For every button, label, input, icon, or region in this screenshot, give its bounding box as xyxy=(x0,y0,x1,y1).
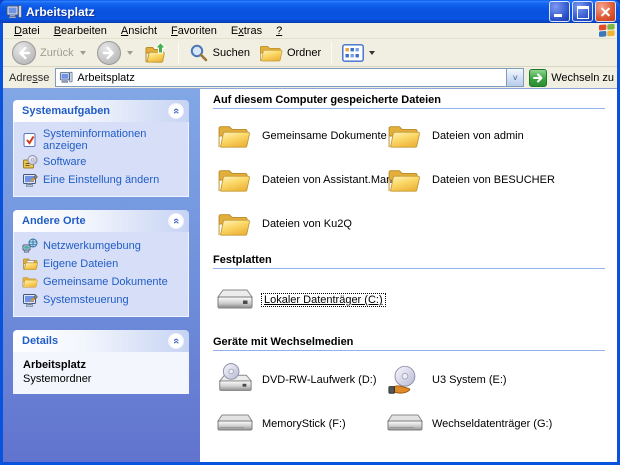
go-button[interactable] xyxy=(529,68,548,87)
sidebar-item-gemeinsame-dokumente[interactable]: Gemeinsame Dokumente xyxy=(22,274,184,290)
sidebar-item-einstellung-aendern[interactable]: Eine Einstellung ändern xyxy=(22,172,184,188)
file-list: Auf diesem Computer gespeicherte Dateien… xyxy=(200,89,617,462)
file-item-dateien-von-admin[interactable]: Dateien von admin xyxy=(383,117,609,155)
group-title-gespeicherte-dateien: Auf diesem Computer gespeicherte Dateien xyxy=(213,91,605,109)
control-panel-icon xyxy=(22,172,38,188)
my-computer-icon xyxy=(59,71,73,84)
views-icon xyxy=(342,44,364,62)
sidebar-item-netzwerkumgebung[interactable]: Netzwerkumgebung xyxy=(22,238,184,254)
removable-drive-icon xyxy=(214,412,254,436)
menu-extras[interactable]: Extras xyxy=(224,24,269,38)
views-button[interactable] xyxy=(339,42,380,64)
u3-cd-icon xyxy=(387,363,421,397)
panel-header-systemaufgaben[interactable]: Systemaufgaben « xyxy=(13,100,189,122)
panel-andere-orte: Andere Orte « Netzwerkumgebung Eigene Da… xyxy=(13,210,189,317)
menu-datei[interactable]: Datei xyxy=(7,24,47,38)
drive-item-e[interactable]: U3 System (E:) xyxy=(383,359,609,401)
close-button[interactable] xyxy=(595,1,616,22)
folders-button[interactable]: Ordner xyxy=(256,42,324,64)
collapse-chevron-icon[interactable]: « xyxy=(168,103,184,119)
menu-ansicht[interactable]: Ansicht xyxy=(114,24,164,38)
system-info-icon xyxy=(22,132,38,148)
panel-title: Systemaufgaben xyxy=(22,105,111,117)
collapse-chevron-icon[interactable]: « xyxy=(168,333,184,349)
windows-logo-icon xyxy=(598,23,616,38)
menubar: Datei Bearbeiten Ansicht Favoriten Extra… xyxy=(3,23,617,39)
search-button[interactable]: Suchen xyxy=(186,42,253,64)
my-documents-icon xyxy=(22,256,38,272)
panel-title: Andere Orte xyxy=(22,215,86,227)
toolbar-separator xyxy=(177,41,179,64)
back-icon xyxy=(12,40,36,65)
toolbar: Zurück Suchen Ordner xyxy=(3,39,617,67)
back-button[interactable]: Zurück xyxy=(9,40,91,66)
folders-label: Ordner xyxy=(286,46,322,59)
my-computer-icon xyxy=(6,4,22,20)
sidebar-item-software[interactable]: Software xyxy=(22,154,184,170)
chevron-down-icon: ˅ xyxy=(512,72,518,83)
details-type: Systemordner xyxy=(23,373,92,385)
back-label: Zurück xyxy=(40,46,74,59)
drive-item-f[interactable]: MemoryStick (F:) xyxy=(213,405,383,443)
minimize-button[interactable] xyxy=(549,1,570,22)
folder-icon xyxy=(387,166,421,194)
toolbar-separator xyxy=(331,41,333,64)
folder-icon xyxy=(217,122,251,150)
menu-bearbeiten[interactable]: Bearbeiten xyxy=(47,24,114,38)
window: Arbeitsplatz Datei Bearbeiten Ansicht Fa… xyxy=(0,0,620,465)
removable-drive-icon xyxy=(384,412,424,436)
search-icon xyxy=(189,43,209,63)
panel-header-details[interactable]: Details « xyxy=(13,330,189,352)
address-label: Adresse xyxy=(9,71,50,84)
sidebar-item-systemsteuerung[interactable]: Systemsteuerung xyxy=(22,292,184,308)
task-pane: Systemaufgaben « Systeminformationen anz… xyxy=(3,89,200,462)
panel-header-andere-orte[interactable]: Andere Orte « xyxy=(13,210,189,232)
drive-item-c[interactable]: Lokaler Datenträger (C:) xyxy=(213,281,386,319)
folder-icon xyxy=(217,166,251,194)
search-label: Suchen xyxy=(212,46,250,59)
shared-documents-icon xyxy=(22,274,38,290)
back-dropdown-icon xyxy=(79,50,86,55)
drive-item-g[interactable]: Wechseldatenträger (G:) xyxy=(383,405,609,443)
address-combobox[interactable]: Arbeitsplatz ˅ xyxy=(55,68,525,87)
group-title-festplatten: Festplatten xyxy=(213,251,605,269)
panel-details: Details « Arbeitsplatz Systemordner xyxy=(13,330,189,394)
go-label: Wechseln zu xyxy=(551,71,614,84)
file-item-dateien-von-assistant-marketing[interactable]: Dateien von Assistant.Marketing xyxy=(213,161,419,199)
maximize-button[interactable] xyxy=(572,1,593,22)
addressbar: Adresse Arbeitsplatz ˅ Wechseln zu xyxy=(3,67,617,89)
titlebar[interactable]: Arbeitsplatz xyxy=(0,0,620,23)
forward-icon xyxy=(96,40,121,65)
views-dropdown-icon xyxy=(369,50,376,55)
panel-title: Details xyxy=(22,335,59,347)
network-places-icon xyxy=(22,238,38,254)
file-item-dateien-von-besucher[interactable]: Dateien von BESUCHER xyxy=(383,161,609,199)
forward-dropdown-icon xyxy=(126,50,133,55)
hard-drive-icon xyxy=(214,286,254,314)
software-icon xyxy=(22,154,38,170)
up-icon xyxy=(144,41,168,65)
folder-icon xyxy=(217,210,251,238)
menu-favoriten[interactable]: Favoriten xyxy=(164,24,224,38)
forward-button[interactable] xyxy=(94,40,138,66)
dvd-drive-icon xyxy=(215,362,253,398)
menu-hilfe[interactable]: ? xyxy=(269,24,289,38)
file-item-dateien-von-ku2q[interactable]: Dateien von Ku2Q xyxy=(213,205,383,243)
panel-systemaufgaben: Systemaufgaben « Systeminformationen anz… xyxy=(13,100,189,197)
window-title: Arbeitsplatz xyxy=(26,4,95,19)
folders-icon xyxy=(259,43,283,63)
details-name: Arbeitsplatz xyxy=(23,359,86,371)
folder-icon xyxy=(387,122,421,150)
control-panel-icon xyxy=(22,292,38,308)
drive-item-d[interactable]: DVD-RW-Laufwerk (D:) xyxy=(213,359,383,401)
address-dropdown-button[interactable]: ˅ xyxy=(506,69,524,86)
file-item-gemeinsame-dokumente[interactable]: Gemeinsame Dokumente xyxy=(213,117,387,155)
go-icon xyxy=(531,71,545,85)
up-button[interactable] xyxy=(141,40,171,66)
address-value: Arbeitsplatz xyxy=(77,71,135,84)
group-title-wechselmedien: Geräte mit Wechselmedien xyxy=(213,333,605,351)
sidebar-item-eigene-dateien[interactable]: Eigene Dateien xyxy=(22,256,184,272)
collapse-chevron-icon[interactable]: « xyxy=(168,213,184,229)
sidebar-item-systeminformationen[interactable]: Systeminformationen anzeigen xyxy=(22,128,184,152)
